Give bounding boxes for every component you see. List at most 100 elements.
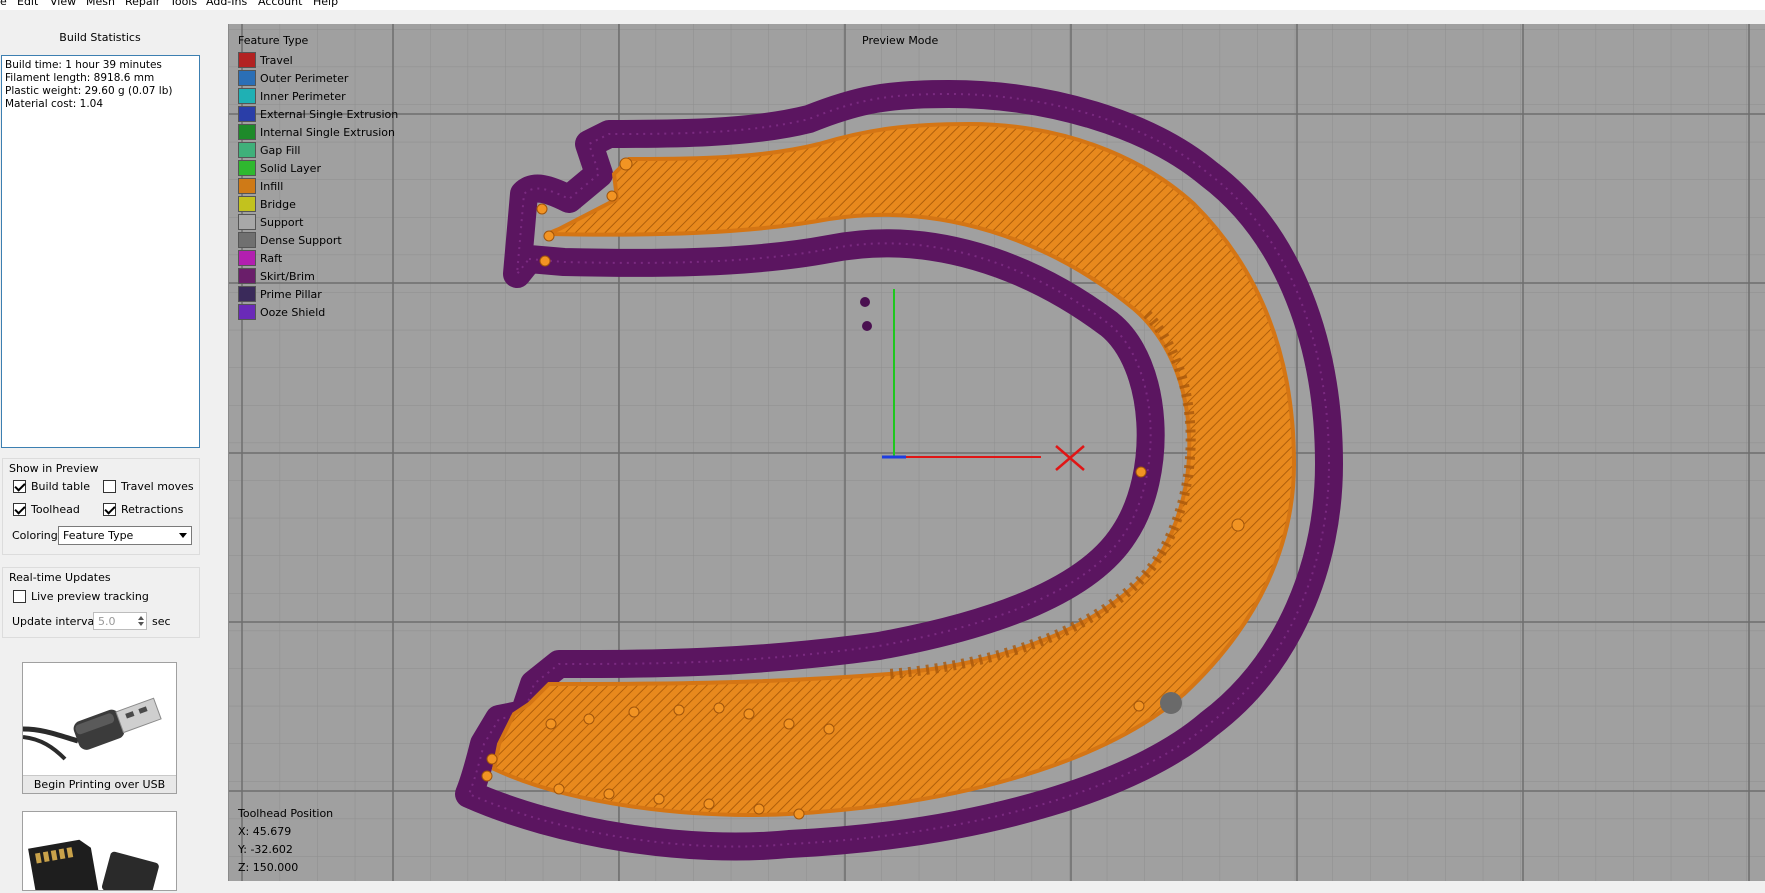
legend-label: Inner Perimeter (260, 89, 346, 103)
legend-swatch (238, 286, 256, 302)
live-preview-label: Live preview tracking (31, 590, 149, 603)
retractions-label: Retractions (121, 503, 184, 516)
build-plate-canvas[interactable] (229, 24, 1765, 881)
legend-label: Outer Perimeter (260, 71, 349, 85)
legend-label: External Single Extrusion (260, 107, 399, 121)
legend-swatch (238, 142, 256, 158)
build-statistics-title: Build Statistics (59, 31, 141, 44)
legend-label: Dense Support (260, 233, 342, 247)
legend-swatch (238, 178, 256, 194)
update-interval-unit: sec (152, 615, 171, 628)
toolhead-y: Y: -32.602 (238, 843, 293, 856)
legend-label: Internal Single Extrusion (260, 125, 395, 139)
menu-help[interactable]: Help (313, 0, 338, 9)
menu-add-ins[interactable]: Add-Ins (206, 0, 247, 9)
update-interval-value: 5.0 (98, 615, 116, 628)
legend-swatch (238, 196, 256, 212)
preview-viewport[interactable]: Preview Mode Feature Type Travel Outer Pe… (228, 24, 1765, 881)
begin-printing-usb-card[interactable]: Begin Printing over USB (22, 662, 177, 794)
spin-down-icon[interactable] (138, 622, 144, 626)
legend-label: Raft (260, 251, 283, 265)
legend-swatch (238, 214, 256, 230)
update-interval-label: Update interval (12, 615, 98, 628)
checkbox-box[interactable] (103, 503, 116, 516)
realtime-updates-title: Real-time Updates (9, 571, 111, 584)
material-cost: Material cost: 1.04 (5, 98, 104, 110)
menu-bar: e Edit View Mesh Repair Tools Add-Ins Ac… (0, 0, 1765, 10)
preview-mode-label: Preview Mode (862, 34, 939, 47)
legend-swatch (238, 304, 256, 320)
legend-item: Infill (238, 178, 283, 194)
legend-label: Infill (260, 179, 284, 193)
legend-label: Bridge (260, 197, 296, 211)
menu-view[interactable]: View (50, 0, 76, 9)
legend-label: Support (260, 215, 304, 229)
legend-item: Outer Perimeter (238, 70, 348, 86)
toolhead-marker (1160, 692, 1182, 714)
legend-item: Inner Perimeter (238, 88, 346, 104)
show-in-preview-title: Show in Preview (9, 462, 99, 475)
legend-item: Bridge (238, 196, 296, 212)
coloring-select[interactable]: Feature Type (58, 526, 192, 545)
build-statistics-box: Build time: 1 hour 39 minutes Filament l… (1, 55, 200, 448)
legend-item: Travel (238, 52, 293, 68)
chevron-down-icon (179, 533, 187, 538)
checkbox-box[interactable] (103, 480, 116, 493)
build-table-label: Build table (31, 480, 90, 493)
retractions-checkbox[interactable]: Retractions (103, 503, 183, 516)
legend-swatch (238, 88, 256, 104)
toolhead-label: Toolhead (31, 503, 80, 516)
legend-swatch (238, 232, 256, 248)
legend-swatch (238, 70, 256, 86)
toolhead-checkbox[interactable]: Toolhead (13, 503, 80, 516)
filament-length: Filament length: 8918.6 mm (5, 72, 155, 84)
legend-swatch (238, 268, 256, 284)
legend-item: Solid Layer (238, 160, 321, 176)
legend-label: Solid Layer (260, 161, 321, 175)
checkbox-box[interactable] (13, 480, 26, 493)
legend-label: Ooze Shield (260, 305, 326, 319)
checkbox-box[interactable] (13, 590, 26, 603)
seam-marker (862, 321, 872, 331)
toolhead-z: Z: 150.000 (238, 861, 299, 874)
menu-tools[interactable]: Tools (170, 0, 197, 9)
legend-swatch (238, 250, 256, 266)
menu-edit[interactable]: Edit (17, 0, 38, 9)
legend-swatch (238, 160, 256, 176)
legend-item: Support (238, 214, 303, 230)
legend-label: Prime Pillar (260, 287, 322, 301)
travel-moves-checkbox[interactable]: Travel moves (103, 480, 194, 493)
menu-account[interactable]: Account (258, 0, 302, 9)
legend-item: Raft (238, 250, 282, 266)
build-time: Build time: 1 hour 39 minutes (5, 59, 162, 71)
menu-repair[interactable]: Repair (125, 0, 160, 9)
legend-item: Gap Fill (238, 142, 300, 158)
build-table-checkbox[interactable]: Build table (13, 480, 90, 493)
legend-label: Gap Fill (260, 143, 301, 157)
update-interval-spinbox[interactable]: 5.0 (93, 612, 147, 630)
usb-cable-icon (22, 663, 176, 775)
seam-marker (860, 297, 870, 307)
toolhead-x: X: 45.679 (238, 825, 292, 838)
legend-item: Ooze Shield (238, 304, 325, 320)
legend-item: Prime Pillar (238, 286, 322, 302)
plastic-weight: Plastic weight: 29.60 g (0.07 lb) (5, 85, 173, 97)
live-preview-checkbox[interactable]: Live preview tracking (13, 590, 149, 603)
legend-label: Travel (260, 53, 293, 67)
travel-moves-label: Travel moves (121, 480, 194, 493)
checkbox-box[interactable] (13, 503, 26, 516)
legend-item: Internal Single Extrusion (238, 124, 395, 140)
sd-card-card[interactable] (22, 811, 177, 893)
sd-card-icon (23, 812, 176, 893)
menu-mesh[interactable]: Mesh (86, 0, 115, 9)
realtime-updates-group: Real-time Updates Live preview tracking … (2, 567, 200, 638)
spin-up-icon[interactable] (138, 616, 144, 620)
menu-file-fragment[interactable]: e (0, 0, 7, 9)
legend-label: Skirt/Brim (260, 269, 315, 283)
coloring-value: Feature Type (63, 529, 134, 542)
legend-swatch (238, 106, 256, 122)
show-in-preview-group: Show in Preview Build table Travel moves… (2, 458, 200, 555)
sidebar: Build Statistics Build time: 1 hour 39 m… (0, 10, 226, 893)
coloring-label: Coloring (12, 529, 58, 542)
legend-item: Skirt/Brim (238, 268, 315, 284)
